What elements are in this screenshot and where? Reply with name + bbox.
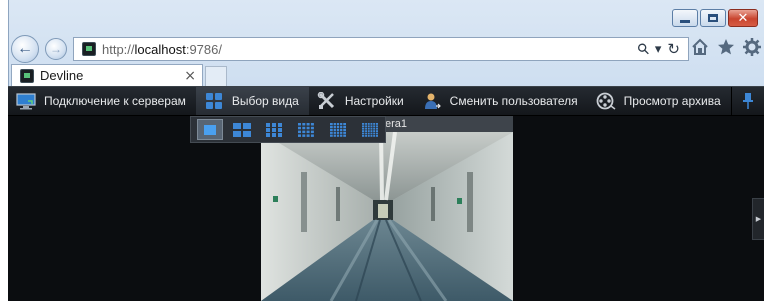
toolbar-switch-user-label: Сменить пользователя (449, 94, 578, 108)
toolbar-settings-label: Настройки (344, 94, 404, 108)
maximize-button[interactable] (700, 9, 726, 27)
address-tools: ⚲ ▾ ↻ (634, 39, 688, 59)
close-window-button[interactable]: ✕ (728, 9, 758, 27)
arrow-right-icon: → (50, 42, 62, 56)
new-tab-button[interactable] (205, 66, 227, 86)
url-scheme: http:// (102, 41, 135, 57)
layout-6x6-icon (362, 122, 378, 137)
monitor-icon (16, 93, 36, 110)
pin-toolbar-button[interactable] (730, 87, 764, 115)
toolbar-view-label: Выбор вида (231, 94, 299, 108)
toolbar-connect-servers[interactable]: Подключение к серверам (8, 87, 196, 115)
layout-selector-menu (190, 116, 386, 143)
url-host: localhost (134, 41, 186, 57)
main-toolbar: Подключение к серверам Выбор вида Настро… (8, 86, 764, 116)
layout-grid-icon (205, 93, 222, 109)
refresh-icon[interactable]: ↻ (667, 40, 680, 58)
toolbar-view-select[interactable]: Выбор вида (195, 87, 309, 115)
layout-option-4x4[interactable] (293, 119, 319, 140)
tab-strip: Devline × (9, 64, 764, 86)
toolbar-archive-view[interactable]: Просмотр архива (588, 87, 731, 115)
layout-3x3-icon (266, 122, 282, 137)
layout-option-6x6[interactable] (357, 119, 383, 140)
layout-option-3x3[interactable] (261, 119, 287, 140)
layout-4x4-icon (298, 122, 314, 137)
layout-1x1-icon (204, 124, 216, 135)
navigation-bar: ← → http://localhost:9786/ ⚲ ▾ ↻ (9, 33, 764, 63)
arrow-left-icon: ← (17, 40, 33, 57)
toolbar-settings[interactable]: Настройки (309, 87, 414, 115)
maximize-icon (708, 14, 718, 22)
home-icon[interactable] (691, 38, 709, 56)
user-switch-icon (424, 93, 441, 109)
devline-app: Подключение к серверам Выбор вида Настро… (8, 86, 764, 301)
dropdown-icon[interactable]: ▾ (655, 41, 662, 57)
minimize-button[interactable] (672, 9, 698, 27)
film-reel-icon (596, 92, 616, 110)
tab-favicon-icon (20, 68, 34, 83)
tab-title: Devline (40, 68, 84, 83)
tools-icon (317, 92, 334, 109)
back-button[interactable]: ← (11, 35, 39, 63)
pin-icon (742, 93, 753, 109)
tab-devline[interactable]: Devline × (11, 64, 203, 86)
layout-2x2-icon (233, 122, 251, 137)
camera-video-feed[interactable] (261, 132, 513, 301)
tab-close-icon[interactable]: × (184, 68, 202, 84)
url-text[interactable]: http://localhost:9786/ (102, 42, 638, 57)
layout-option-5x5[interactable] (325, 119, 351, 140)
toolbar-connect-label: Подключение к серверам (44, 94, 186, 108)
minimize-icon (680, 19, 690, 23)
window-controls: ✕ (672, 9, 758, 27)
chevron-right-icon: ▶ (755, 216, 762, 223)
side-panel-toggle[interactable]: ▶ (752, 198, 764, 240)
corridor-camera-image (261, 132, 513, 301)
forward-button[interactable]: → (45, 38, 67, 60)
camera-title: era1 (385, 118, 408, 130)
layout-5x5-icon (330, 122, 346, 137)
layout-option-1x1[interactable] (197, 119, 223, 140)
close-icon: ✕ (737, 10, 749, 26)
address-bar[interactable]: http://localhost:9786/ ⚲ ▾ ↻ (73, 37, 689, 61)
toolbar-archive-label: Просмотр архива (623, 94, 721, 108)
gear-icon[interactable] (743, 38, 761, 56)
browser-toolbar-icons (691, 38, 761, 56)
url-port-path: :9786/ (185, 41, 222, 57)
layout-option-2x2[interactable] (229, 119, 255, 140)
toolbar-switch-user[interactable]: Сменить пользователя (414, 87, 588, 115)
star-icon[interactable] (717, 38, 735, 56)
site-favicon-icon (82, 42, 96, 56)
